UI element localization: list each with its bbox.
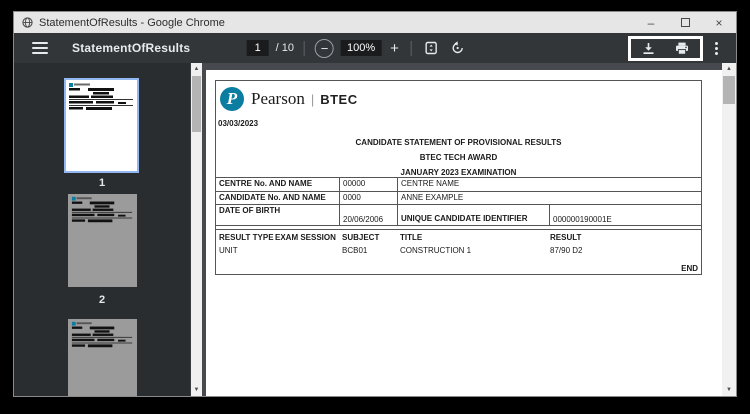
scroll-down-icon[interactable]: ▼ — [191, 384, 202, 396]
title-bar: StatementOfResults - Google Chrome – × — [14, 12, 736, 33]
pdf-page: P Pearson | BTEC 03/03/2023 CANDIDATE ST… — [206, 70, 722, 396]
results-document: P Pearson | BTEC 03/03/2023 CANDIDATE ST… — [215, 80, 702, 275]
document-viewer: P Pearson | BTEC 03/03/2023 CANDIDATE ST… — [202, 63, 722, 396]
page-thumbnail-2[interactable] — [68, 194, 137, 287]
menu-hamburger-icon[interactable] — [32, 42, 48, 54]
end-label: END — [681, 264, 698, 273]
toolbar-divider — [304, 41, 305, 56]
print-icon[interactable] — [672, 42, 692, 55]
brand-sub: BTEC — [320, 92, 357, 107]
viewer-content: 1 — [14, 63, 736, 396]
maximize-icon — [681, 18, 690, 27]
candidate-number: 0000 — [339, 192, 397, 204]
uci-label: UNIQUE CANDIDATE IDENTIFIER — [397, 205, 549, 225]
more-options-icon[interactable] — [711, 42, 722, 55]
scroll-up-icon[interactable]: ▲ — [722, 63, 736, 75]
document-scrollbar[interactable]: ▲ ▼ — [722, 63, 736, 396]
thumbnail-preview-image — [66, 80, 137, 171]
page-total-label: / 10 — [276, 42, 294, 54]
page-zoom-controls: 1 / 10 − 100% + — [247, 33, 468, 63]
zoom-level-value[interactable]: 100% — [341, 40, 381, 56]
table-row: DATE OF BIRTH 20/06/2006 UNIQUE CANDIDAT… — [216, 204, 701, 226]
centre-label: CENTRE No. AND NAME — [216, 178, 339, 191]
rotate-button[interactable] — [448, 41, 468, 55]
window-title: StatementOfResults - Google Chrome — [39, 17, 634, 29]
document-heading-2: BTEC TECH AWARD — [216, 153, 701, 162]
uci-value: 000000190001E — [549, 205, 703, 225]
minimize-button[interactable]: – — [634, 12, 668, 33]
subject-value: BCB01 — [342, 246, 367, 255]
title-value: CONSTRUCTION 1 — [400, 246, 471, 255]
page-thumbnail-3[interactable] — [68, 319, 137, 396]
centre-number: 00000 — [339, 178, 397, 191]
subject-header: SUBJECT — [342, 233, 379, 242]
thumbnail-sidebar: 1 — [14, 63, 190, 396]
brand-name: Pearson — [251, 89, 305, 109]
thumbnail-preview-image — [68, 319, 137, 396]
result-header: RESULT — [550, 233, 581, 242]
pdf-toolbar: StatementOfResults 1 / 10 − 100% + — [14, 33, 736, 63]
scroll-down-icon[interactable]: ▼ — [722, 384, 736, 396]
document-date: 03/03/2023 — [218, 119, 258, 128]
candidate-name: ANNE EXAMPLE — [397, 192, 701, 204]
title-header: TITLE — [400, 233, 422, 242]
dob-label: DATE OF BIRTH — [216, 205, 339, 225]
maximize-button[interactable] — [668, 12, 702, 33]
pearson-logo-icon: P — [220, 87, 244, 111]
window-controls: – × — [634, 12, 736, 33]
download-print-highlight — [628, 36, 703, 61]
document-heading-1: CANDIDATE STATEMENT OF PROVISIONAL RESUL… — [216, 138, 701, 147]
thumbnail-preview-image — [68, 194, 137, 287]
zoom-in-button[interactable]: + — [388, 40, 401, 57]
close-button[interactable]: × — [702, 12, 736, 33]
chrome-window: StatementOfResults - Google Chrome – × S… — [14, 12, 736, 396]
result-type-value: UNIT — [219, 246, 238, 255]
results-section: RESULT TYPE EXAM SESSION SUBJECT TITLE R… — [216, 229, 701, 275]
fit-to-page-button[interactable] — [422, 41, 441, 55]
document-heading-3: JANUARY 2023 EXAMINATION — [216, 168, 701, 177]
sidebar-scrollbar-thumb[interactable] — [192, 76, 201, 132]
scroll-up-icon[interactable]: ▲ — [191, 63, 202, 75]
table-row: CANDIDATE No. AND NAME 0000 ANNE EXAMPLE — [216, 191, 701, 204]
pearson-btec-logo: P Pearson | BTEC — [220, 87, 358, 111]
table-row: CENTRE No. AND NAME 00000 CENTRE NAME — [216, 177, 701, 191]
brand-separator: | — [311, 92, 314, 107]
toolbar-right-controls — [628, 33, 722, 63]
pdf-document-title: StatementOfResults — [72, 41, 190, 55]
toolbar-divider — [411, 41, 412, 56]
sidebar-scrollbar[interactable]: ▲ ▼ — [190, 63, 202, 396]
thumbnail-label-2: 2 — [14, 294, 190, 306]
thumbnail-label-1: 1 — [14, 177, 190, 189]
zoom-out-button[interactable]: − — [315, 39, 334, 58]
exam-session-header: EXAM SESSION — [275, 233, 336, 242]
page-thumbnail-1[interactable] — [64, 78, 139, 173]
document-scrollbar-thumb[interactable] — [723, 76, 735, 104]
globe-icon — [22, 17, 33, 28]
result-value: 87/90 D2 — [550, 246, 582, 255]
download-icon[interactable] — [639, 42, 658, 55]
centre-name: CENTRE NAME — [397, 178, 701, 191]
result-type-header: RESULT TYPE — [219, 233, 274, 242]
dob-value: 20/06/2006 — [339, 205, 397, 225]
candidate-label: CANDIDATE No. AND NAME — [216, 192, 339, 204]
page-number-input[interactable]: 1 — [247, 40, 269, 56]
